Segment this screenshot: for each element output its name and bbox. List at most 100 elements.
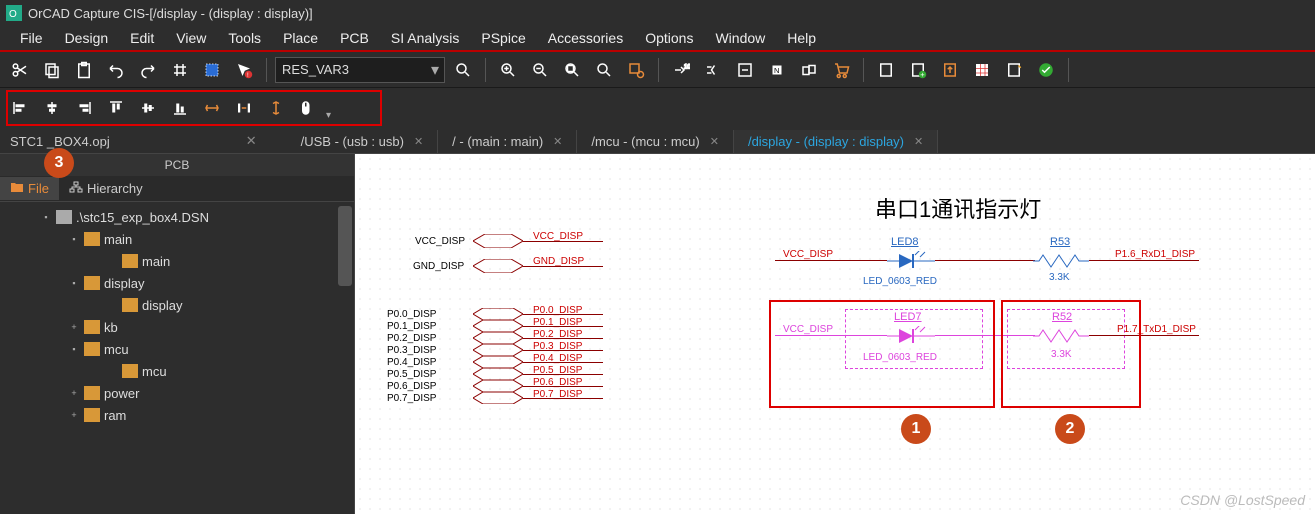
cross-ref-icon[interactable] [795, 56, 823, 84]
expand-icon[interactable]: + [68, 322, 80, 332]
zoom-in-icon[interactable] [494, 56, 522, 84]
close-icon[interactable]: ✕ [246, 133, 257, 149]
select-area-icon[interactable] [198, 56, 226, 84]
collapse-icon[interactable]: ▪ [68, 234, 80, 244]
close-icon[interactable]: ✕ [914, 135, 923, 148]
expand-icon[interactable]: + [68, 410, 80, 420]
svg-text:N: N [774, 66, 779, 75]
tree-node-dsn[interactable]: ▪.\stc15_exp_box4.DSN [0, 206, 354, 228]
zoom-fit-icon[interactable] [558, 56, 586, 84]
wire [523, 374, 603, 375]
collapse-icon[interactable]: ▪ [68, 344, 80, 354]
menu-view[interactable]: View [166, 27, 216, 49]
tree-node[interactable]: ▪mcu [0, 338, 354, 360]
app-logo-icon: O [6, 5, 22, 21]
net-label: P1.6_RxD1_DISP [1115, 249, 1195, 260]
grid-icon[interactable] [166, 56, 194, 84]
tree-node[interactable]: +power [0, 382, 354, 404]
scrollbar[interactable] [338, 206, 352, 286]
search-icon[interactable] [449, 56, 477, 84]
cursor-warn-icon[interactable]: ! [230, 56, 258, 84]
wire [523, 338, 603, 339]
tree-node[interactable]: ▪main [0, 228, 354, 250]
sidebar-tab-file[interactable]: File [0, 177, 59, 200]
spreadsheet-icon[interactable] [968, 56, 996, 84]
tree-node[interactable]: mcu [0, 360, 354, 382]
svg-text:+: + [920, 69, 925, 78]
part-search-value[interactable]: RES_VAR3 [276, 62, 426, 77]
back-annotate-icon[interactable] [699, 56, 727, 84]
close-icon[interactable]: ✕ [553, 135, 562, 148]
part-value: LED_0603_RED [863, 276, 937, 287]
tree-node[interactable]: +ram [0, 404, 354, 426]
menu-design[interactable]: Design [55, 27, 119, 49]
tree-node[interactable]: +kb [0, 316, 354, 338]
wire [1089, 260, 1199, 261]
menu-pspice[interactable]: PSpice [471, 27, 535, 49]
pin-label: GND_DISP [413, 261, 464, 272]
led-symbol [887, 251, 935, 271]
separator [485, 58, 486, 82]
menu-si[interactable]: SI Analysis [381, 27, 469, 49]
menu-edit[interactable]: Edit [120, 27, 164, 49]
menu-file[interactable]: File [10, 27, 53, 49]
tab-display[interactable]: /display - (display : display)✕ [734, 130, 938, 153]
sidebar-tab-hierarchy[interactable]: Hierarchy [59, 177, 153, 200]
sidebar: PCB File Hierarchy ▪.\stc15_exp_box4.DSN… [0, 154, 355, 514]
expand-icon[interactable]: + [68, 388, 80, 398]
chevron-down-icon[interactable]: ▾ [426, 60, 444, 80]
netlist-icon[interactable]: N [763, 56, 791, 84]
cut-icon[interactable] [6, 56, 34, 84]
check-icon[interactable] [1032, 56, 1060, 84]
menu-pcb[interactable]: PCB [330, 27, 379, 49]
tree-node[interactable]: display [0, 294, 354, 316]
zoom-out-icon[interactable] [526, 56, 554, 84]
part-search-box[interactable]: RES_VAR3 ▾ [275, 57, 445, 83]
pin-label: P0.0_DISP [387, 309, 436, 320]
sync-icon[interactable] [1000, 56, 1028, 84]
zoom-area-icon[interactable] [590, 56, 618, 84]
zoom-selection-icon[interactable] [622, 56, 650, 84]
tab-main[interactable]: / - (main : main)✕ [438, 130, 577, 153]
pin-label: P0.7_DISP [387, 393, 436, 404]
tree-node[interactable]: main [0, 250, 354, 272]
titlebar: O OrCAD Capture CIS-[/display - (display… [0, 0, 1315, 26]
pin-label: P0.2_DISP [387, 333, 436, 344]
tab-usb[interactable]: /USB - (usb : usb)✕ [287, 130, 439, 153]
sheet-up-icon[interactable] [936, 56, 964, 84]
new-sheet-icon[interactable]: + [904, 56, 932, 84]
bom-icon[interactable] [827, 56, 855, 84]
document-icon [56, 210, 72, 224]
redo-icon[interactable] [134, 56, 162, 84]
menu-place[interactable]: Place [273, 27, 328, 49]
annotation-badge-2: 2 [1055, 414, 1085, 444]
menu-window[interactable]: Window [705, 27, 775, 49]
collapse-icon[interactable]: ▪ [68, 278, 80, 288]
project-tree[interactable]: ▪.\stc15_exp_box4.DSN ▪main main ▪displa… [0, 202, 354, 514]
close-icon[interactable]: ✕ [710, 135, 719, 148]
tree-node[interactable]: ▪display [0, 272, 354, 294]
sheet-icon[interactable] [872, 56, 900, 84]
schematic-canvas[interactable]: 串口1通讯指示灯 VCC_DISP VCC_DISP GND_DISP GND_… [355, 154, 1315, 514]
svg-text:O: O [9, 9, 17, 20]
tab-mcu[interactable]: /mcu - (mcu : mcu)✕ [577, 130, 734, 153]
drc-icon[interactable] [731, 56, 759, 84]
menu-help[interactable]: Help [777, 27, 826, 49]
wire [523, 326, 603, 327]
svg-text:10: 10 [684, 64, 690, 70]
annotation-badge-3: 3 [44, 148, 74, 178]
copy-icon[interactable] [38, 56, 66, 84]
annotate-icon[interactable]: 10 [667, 56, 695, 84]
separator [658, 58, 659, 82]
folder-icon [84, 386, 100, 400]
close-icon[interactable]: ✕ [414, 135, 423, 148]
undo-icon[interactable] [102, 56, 130, 84]
separator [863, 58, 864, 82]
paste-icon[interactable] [70, 56, 98, 84]
collapse-icon[interactable]: ▪ [40, 212, 52, 222]
pin-label: P0.3_DISP [387, 345, 436, 356]
menu-options[interactable]: Options [635, 27, 703, 49]
menu-tools[interactable]: Tools [218, 27, 271, 49]
menu-accessories[interactable]: Accessories [538, 27, 633, 49]
project-tab[interactable]: STC1 _BOX4.opj ✕ [0, 129, 267, 153]
